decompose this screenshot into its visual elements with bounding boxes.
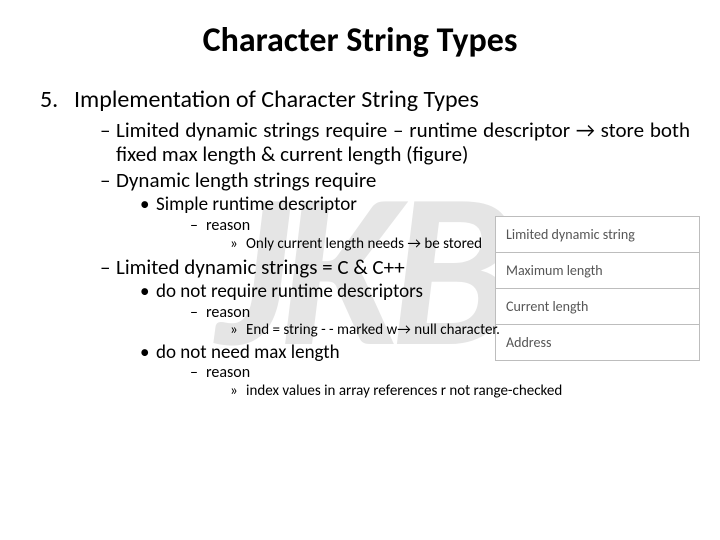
bullet-text: index values in array references r not r… [246, 383, 562, 400]
dash-icon: – [190, 304, 206, 322]
bullet-text: reason [206, 217, 250, 235]
bullet-icon: • [140, 194, 156, 216]
bullet-text: Limited dynamic strings require – runtim… [116, 118, 700, 166]
bullet-text: Limited dynamic strings = C & C++ [116, 255, 700, 279]
bullet-text: reason [206, 304, 250, 322]
bullet-lvl1: – Dynamic length strings require [100, 168, 700, 192]
slide-title: Character String Types [20, 20, 700, 61]
list-number: 5. [40, 85, 74, 114]
dash-icon: – [100, 255, 116, 279]
dash-icon: – [190, 217, 206, 235]
bullet-lvl1: – Limited dynamic strings = C & C++ [100, 255, 700, 279]
dash-icon: – [100, 168, 116, 192]
bullet-text: Simple runtime descriptor [156, 194, 357, 216]
slide-content: Character String Types 5. Implementation… [0, 0, 720, 400]
dash-icon: – [190, 364, 206, 382]
section-heading: Implementation of Character String Types [74, 85, 479, 114]
bullet-text: do not require runtime descriptors [156, 281, 423, 303]
bullet-lvl3: – reason [190, 217, 700, 235]
dash-icon: – [100, 118, 116, 166]
numbered-item: 5. Implementation of Character String Ty… [40, 85, 700, 114]
bullet-icon: • [140, 281, 156, 303]
bullet-lvl4: » Only current length needs → be stored [230, 236, 700, 253]
bullet-text: reason [206, 364, 250, 382]
bullet-text: Dynamic length strings require [116, 168, 470, 192]
bullet-text: do not need max length [156, 342, 340, 364]
bullet-text: Only current length needs → be stored [246, 236, 482, 253]
bullet-lvl3: – reason [190, 364, 700, 382]
bullet-lvl2: • do not require runtime descriptors [140, 281, 700, 303]
bullet-lvl1: – Limited dynamic strings require – runt… [100, 118, 700, 166]
bullet-lvl3: – reason [190, 304, 700, 322]
raquo-icon: » [230, 322, 246, 339]
raquo-icon: » [230, 383, 246, 400]
bullet-text: End = string - - marked w→ null characte… [246, 322, 500, 339]
bullet-lvl4: » End = string - - marked w→ null charac… [230, 322, 700, 339]
bullet-icon: • [140, 342, 156, 364]
raquo-icon: » [230, 236, 246, 253]
bullet-lvl2: • do not need max length [140, 342, 700, 364]
bullet-lvl4: » index values in array references r not… [230, 383, 700, 400]
bullet-lvl2: • Simple runtime descriptor [140, 194, 700, 216]
